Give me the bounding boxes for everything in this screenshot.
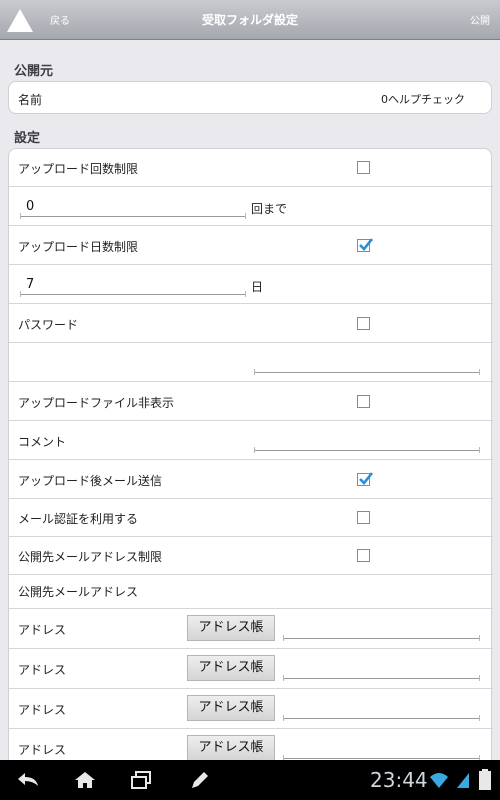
home-nav-icon[interactable] (72, 770, 98, 790)
upload-count-unit: 回まで (251, 202, 288, 216)
comment-row: コメント (9, 421, 493, 460)
address-row: アドレス アドレス帳 (9, 609, 493, 649)
address-input-underline (283, 635, 480, 641)
recent-apps-nav-icon[interactable] (128, 770, 154, 790)
password-checkbox[interactable] (357, 317, 370, 330)
page-title: 受取フォルダ設定 (201, 13, 298, 27)
checkmark-icon (359, 238, 373, 251)
section-title-settings: 設定 (14, 131, 41, 146)
address-label: アドレス (18, 703, 67, 717)
password-row[interactable]: パスワード (9, 304, 493, 343)
upload-days-unit: 日 (251, 280, 264, 294)
wifi-icon (430, 773, 448, 788)
hide-uploaded-files-label: アップロードファイル非表示 (18, 396, 175, 410)
battery-icon (479, 769, 491, 790)
address-input-underline (283, 675, 480, 681)
mail-after-upload-row[interactable]: アップロード後メール送信 (9, 460, 493, 499)
address-label: アドレス (18, 663, 67, 677)
address-label: アドレス (18, 743, 67, 757)
upload-count-limit-row[interactable]: アップロード回数制限 (9, 149, 493, 187)
upload-days-limit-label: アップロード日数制限 (18, 240, 139, 254)
upload-days-input-underline (20, 291, 246, 297)
use-mail-auth-checkbox[interactable] (357, 511, 370, 524)
upload-days-value-row: 日 (9, 265, 493, 304)
content-area: 公開元 名前 0ヘルプチェック 設定 アップロード回数制限 回まで アップロード… (0, 40, 500, 760)
mail-after-upload-label: アップロード後メール送信 (18, 474, 163, 488)
address-book-button[interactable]: アドレス帳 (187, 655, 275, 681)
mail-after-upload-checkbox[interactable] (357, 472, 373, 486)
checkmark-icon (359, 472, 373, 485)
address-row: アドレス アドレス帳 (9, 729, 493, 760)
address-book-button[interactable]: アドレス帳 (187, 615, 275, 641)
system-nav-bar: 23:44 (0, 760, 500, 800)
publisher-card: 名前 0ヘルプチェック (8, 81, 492, 114)
recipient-address-header: 公開先メールアドレス (18, 585, 139, 599)
address-book-button[interactable]: アドレス帳 (187, 695, 275, 721)
upload-count-input-underline (20, 213, 246, 219)
signal-icon (457, 773, 469, 788)
address-row: アドレス アドレス帳 (9, 649, 493, 689)
section-title-publisher: 公開元 (14, 64, 54, 79)
password-input-underline (254, 369, 480, 375)
restrict-recipient-address-checkbox[interactable] (357, 549, 370, 562)
upload-days-limit-checkbox[interactable] (357, 238, 373, 252)
comment-input-underline (254, 447, 480, 453)
top-bar: 戻る 受取フォルダ設定 公開 (0, 0, 500, 40)
hide-uploaded-files-checkbox[interactable] (357, 395, 370, 408)
pencil-icon[interactable] (188, 770, 212, 790)
clock: 23:44 (370, 768, 428, 792)
restrict-recipient-address-row[interactable]: 公開先メールアドレス制限 (9, 537, 493, 575)
password-value-row (9, 343, 493, 382)
publish-button[interactable]: 公開 (470, 12, 490, 27)
address-input-underline (283, 715, 480, 721)
hide-uploaded-files-row[interactable]: アップロードファイル非表示 (9, 382, 493, 421)
address-book-button[interactable]: アドレス帳 (187, 735, 275, 760)
name-value[interactable]: 0ヘルプチェック (381, 91, 465, 107)
address-row: アドレス アドレス帳 (9, 689, 493, 729)
recipient-address-header-row: 公開先メールアドレス (9, 575, 493, 609)
back-nav-icon[interactable] (14, 770, 44, 790)
settings-card: アップロード回数制限 回まで アップロード日数制限 日 パスワード (8, 148, 493, 760)
upload-count-limit-checkbox[interactable] (357, 161, 370, 174)
use-mail-auth-row[interactable]: メール認証を利用する (9, 499, 493, 537)
comment-label: コメント (18, 435, 67, 449)
upload-days-limit-row[interactable]: アップロード日数制限 (9, 226, 493, 265)
name-label: 名前 (18, 93, 43, 107)
upload-count-value-row: 回まで (9, 187, 493, 226)
password-label: パスワード (18, 318, 79, 332)
use-mail-auth-label: メール認証を利用する (18, 512, 139, 526)
restrict-recipient-address-label: 公開先メールアドレス制限 (18, 550, 163, 564)
upload-count-limit-label: アップロード回数制限 (18, 162, 139, 176)
address-label: アドレス (18, 623, 67, 637)
